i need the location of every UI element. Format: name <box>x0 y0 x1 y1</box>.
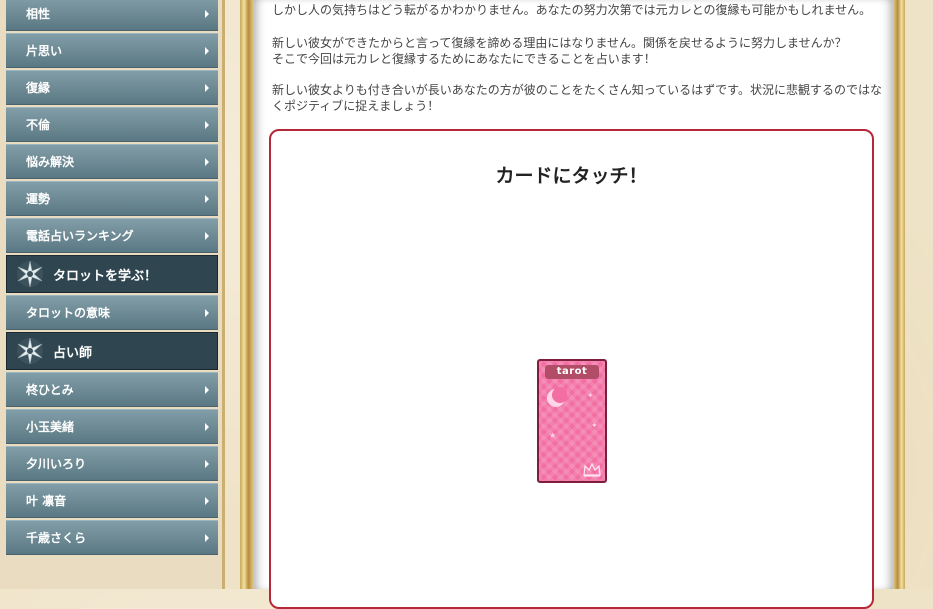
star-icon: ✦ <box>587 391 594 400</box>
sidebar-item-reunion[interactable]: 復縁 <box>6 70 218 105</box>
sidebar-item-label: 片思い <box>26 42 62 59</box>
sidebar-item-problem-solving[interactable]: 悩み解決 <box>6 144 218 179</box>
main-content: しかし人の気持ちはどう転がるかわかりません。あなたの努力次第では元カレとの復縁も… <box>254 0 893 589</box>
star-emblem-icon <box>15 336 45 366</box>
article-paragraph: しかし人の気持ちはどう転がるかわかりません。あなたの努力次第では元カレとの復縁も… <box>272 2 882 18</box>
sidebar-item-label: 運勢 <box>26 190 50 207</box>
tarot-card-banner: tarot <box>545 365 599 379</box>
sidebar-item-reader-5[interactable]: 千歳さくら <box>6 520 218 555</box>
sidebar-item-label: 相性 <box>26 5 50 22</box>
chevron-right-icon <box>205 423 209 431</box>
star-emblem-icon <box>15 259 45 289</box>
chevron-right-icon <box>205 460 209 468</box>
sidebar-item-reader-3[interactable]: 夕川いろり <box>6 446 218 481</box>
chevron-right-icon <box>205 158 209 166</box>
tarot-card[interactable]: tarot ✦ ★ ✦ <box>537 359 607 483</box>
sidebar-item-reader-2[interactable]: 小玉美緒 <box>6 409 218 444</box>
article-paragraph: 新しい彼女ができたからと言って復縁を諦める理由にはなりません。関係を戻せるように… <box>272 35 882 67</box>
article-paragraph: 新しい彼女よりも付き合いが長いあなたの方が彼のことをたくさん知っているはずです。… <box>272 82 882 114</box>
sidebar-item-label: 小玉美緒 <box>26 418 74 435</box>
sidebar-item-label: 不倫 <box>26 116 50 133</box>
sidebar-item-label: 夕川いろり <box>26 455 86 472</box>
chevron-right-icon <box>205 121 209 129</box>
sidebar-item-label: タロットの意味 <box>26 304 110 321</box>
sidebar-item-reader-1[interactable]: 柊ひとみ <box>6 372 218 407</box>
chevron-right-icon <box>205 232 209 240</box>
star-icon: ✦ <box>591 421 598 430</box>
moon-icon <box>545 387 567 409</box>
sidebar-item-label: 電話占いランキング <box>26 227 134 244</box>
chevron-right-icon <box>205 309 209 317</box>
sidebar-item-label: 叶 凛音 <box>26 492 66 509</box>
crown-icon <box>583 463 601 477</box>
sidebar-item-tarot-meaning[interactable]: タロットの意味 <box>6 295 218 330</box>
sidebar-item-compatibility[interactable]: 相性 <box>6 0 218 31</box>
sidebar-item-phone-ranking[interactable]: 電話占いランキング <box>6 218 218 253</box>
section-title: 占い師 <box>53 342 92 361</box>
chevron-right-icon <box>205 47 209 55</box>
chevron-right-icon <box>205 195 209 203</box>
chevron-right-icon <box>205 10 209 18</box>
chevron-right-icon <box>205 534 209 542</box>
content-frame-right <box>893 0 905 589</box>
sidebar-item-label: 柊ひとみ <box>26 381 74 398</box>
card-panel-title: カードにタッチ！ <box>271 161 872 188</box>
chevron-right-icon <box>205 386 209 394</box>
sidebar-section-learn-tarot: タロットを学ぶ！ <box>6 255 218 293</box>
sidebar-item-reader-4[interactable]: 叶 凛音 <box>6 483 218 518</box>
star-icon: ★ <box>549 431 556 440</box>
section-title: タロットを学ぶ！ <box>53 265 157 284</box>
sidebar-item-label: 悩み解決 <box>26 153 74 170</box>
sidebar-section-readers: 占い師 <box>6 332 218 370</box>
sidebar-item-unrequited-love[interactable]: 片思い <box>6 33 218 68</box>
tarot-card-panel: カードにタッチ！ tarot ✦ ★ ✦ <box>269 129 874 609</box>
sidebar-item-fortune[interactable]: 運勢 <box>6 181 218 216</box>
sidebar-item-affair[interactable]: 不倫 <box>6 107 218 142</box>
chevron-right-icon <box>205 84 209 92</box>
chevron-right-icon <box>205 497 209 505</box>
sidebar-item-label: 千歳さくら <box>26 529 86 546</box>
content-frame-left <box>240 0 254 589</box>
sidebar-item-label: 復縁 <box>26 79 50 96</box>
sidebar-menu: 相性 片思い 復縁 不倫 悩み解決 運勢 電話占いランキング <box>6 0 218 557</box>
sidebar: 相性 片思い 復縁 不倫 悩み解決 運勢 電話占いランキング <box>0 0 225 589</box>
